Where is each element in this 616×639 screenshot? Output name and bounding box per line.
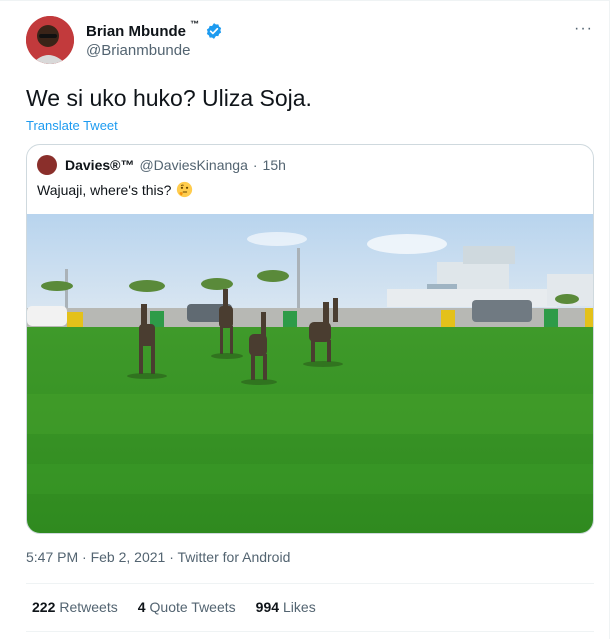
tweet-text: We si uko huko? Uliza Soja. xyxy=(26,85,312,111)
retweets-label: Retweets xyxy=(59,599,118,615)
stats-divider-bottom xyxy=(26,631,594,632)
quote-tweets-stat[interactable]: 4 Quote Tweets xyxy=(138,599,236,615)
verified-badge-icon xyxy=(207,23,222,39)
right-divider xyxy=(609,0,610,639)
likes-count: 994 xyxy=(255,599,280,615)
top-divider xyxy=(0,0,610,1)
likes-stat[interactable]: 994 Likes xyxy=(256,599,316,615)
thinking-face-icon xyxy=(177,181,193,198)
trademark-symbol: ™ xyxy=(190,18,200,29)
author-name-text: Brian Mbunde xyxy=(86,22,186,40)
quoted-text: Wajuaji, where's this? xyxy=(37,181,172,198)
meta-separator: · xyxy=(82,549,91,565)
tweet-card: Brian Mbunde ™ @Brianmbunde ··· We si uk… xyxy=(0,0,616,639)
retweets-stat[interactable]: 222 Retweets xyxy=(32,599,118,615)
tweet-meta: 5:47 PM · Feb 2, 2021 · Twitter for Andr… xyxy=(26,549,290,565)
retweets-count: 222 xyxy=(32,599,56,615)
tweet-source[interactable]: Twitter for Android xyxy=(178,549,291,565)
quoted-separator: · xyxy=(252,157,258,173)
quoted-header: Davies®™ @DaviesKinanga · 15h xyxy=(37,155,286,175)
quote-tweets-count: 4 xyxy=(137,599,146,615)
quoted-photo[interactable] xyxy=(27,214,593,533)
quoted-avatar xyxy=(37,155,57,175)
stats-divider-top xyxy=(26,583,594,584)
quoted-age: 15h xyxy=(262,157,286,173)
avatar-image xyxy=(26,16,74,64)
quote-tweets-label: Quote Tweets xyxy=(149,599,236,615)
more-options-icon[interactable]: ··· xyxy=(574,20,593,38)
quoted-author-handle: @DaviesKinanga xyxy=(139,157,248,173)
likes-label: Likes xyxy=(283,599,316,615)
avatar[interactable] xyxy=(26,16,74,64)
tweet-date[interactable]: Feb 2, 2021 xyxy=(91,549,166,565)
tweet-stats: 222 Retweets 4 Quote Tweets 994 Likes xyxy=(32,599,316,615)
quoted-tweet[interactable]: Davies®™ @DaviesKinanga · 15h Wajuaji, w… xyxy=(26,144,594,534)
tweet-time[interactable]: 5:47 PM xyxy=(26,549,78,565)
author-name-row[interactable]: Brian Mbunde ™ xyxy=(86,19,223,40)
translate-link[interactable]: Translate Tweet xyxy=(26,118,118,133)
author-handle[interactable]: @Brianmbunde xyxy=(86,42,190,59)
meta-separator: · xyxy=(169,549,178,565)
quoted-text-row: Wajuaji, where's this? xyxy=(37,181,193,198)
quoted-author-name: Davies®™ xyxy=(65,157,135,173)
author-name[interactable]: Brian Mbunde ™ xyxy=(86,19,199,40)
